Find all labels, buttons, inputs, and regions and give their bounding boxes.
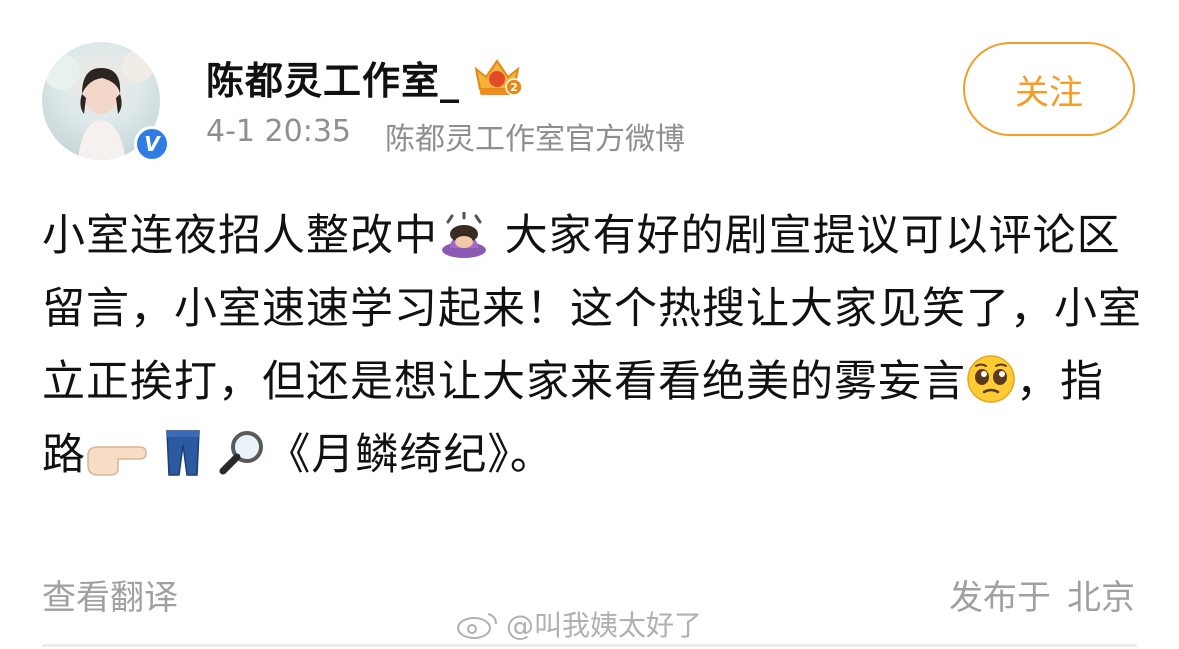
svg-text:2: 2: [510, 81, 518, 94]
watermark: @叫我姨太好了: [456, 604, 702, 644]
verified-icon: V: [134, 126, 170, 162]
follow-button[interactable]: 关注: [963, 42, 1135, 136]
pointing-right-emoji: [86, 441, 148, 477]
avatar-container[interactable]: V: [42, 42, 170, 162]
translate-link[interactable]: 查看翻译: [42, 570, 178, 619]
location: 北京: [1067, 578, 1135, 618]
username-row: 陈都灵工作室_ 2: [206, 50, 524, 105]
username[interactable]: 陈都灵工作室_: [206, 50, 460, 105]
pleading-face-emoji: [966, 354, 1016, 404]
vip-crown-icon[interactable]: 2: [470, 55, 524, 99]
post-source: 陈都灵工作室官方微博: [385, 122, 685, 157]
location-info: 发布于 北京: [949, 570, 1135, 619]
post-meta: 4-1 20:35 陈都灵工作室官方微博: [206, 114, 685, 158]
woman-bowing-emoji: [438, 212, 490, 258]
location-prefix: 发布于: [949, 578, 1051, 618]
weibo-logo-icon: [457, 613, 497, 639]
post-text-4: 《月鳞绮纪》。: [267, 430, 554, 480]
weibo-post: V 陈都灵工作室_ 2 4-1 20:35 陈都灵工作室官方微博 关注 小室连夜…: [0, 0, 1179, 649]
post-text-1: 小室连夜招人整改中: [42, 211, 438, 261]
timestamp: 4-1 20:35: [206, 114, 351, 149]
divider: [42, 644, 1137, 647]
magnifying-glass-emoji: [217, 427, 267, 477]
watermark-text: @叫我姨太好了: [506, 609, 703, 642]
jeans-emoji: [163, 427, 203, 477]
post-content: 小室连夜招人整改中 大家有好的剧宣提议可以评论区留言，小室速速学习起来！这个热搜…: [42, 200, 1142, 492]
